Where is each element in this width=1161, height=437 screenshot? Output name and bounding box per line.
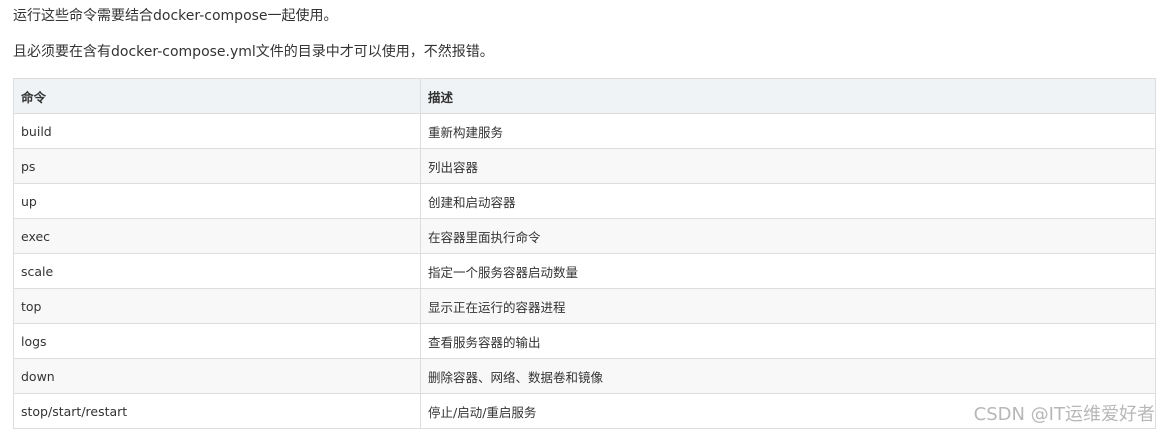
header-command: 命令 [13, 78, 421, 114]
table-row: down 删除容器、网络、数据卷和镜像 [13, 358, 1156, 394]
table-header-row: 命令 描述 [13, 78, 1156, 114]
table-row: ps 列出容器 [13, 148, 1156, 184]
table-row: top 显示正在运行的容器进程 [13, 288, 1156, 324]
command-cell: ps [13, 148, 421, 184]
table-row: build 重新构建服务 [13, 113, 1156, 149]
command-cell: exec [13, 218, 421, 254]
intro-paragraph-2: 且必须要在含有docker-compose.yml文件的目录中才可以使用，不然报… [13, 44, 494, 60]
command-cell: down [13, 358, 421, 394]
table-row: exec 在容器里面执行命令 [13, 218, 1156, 254]
table-row: logs 查看服务容器的输出 [13, 323, 1156, 359]
command-cell: up [13, 183, 421, 219]
description-cell: 显示正在运行的容器进程 [420, 288, 1156, 324]
table-row: scale 指定一个服务容器启动数量 [13, 253, 1156, 289]
command-cell: logs [13, 323, 421, 359]
table-row: up 创建和启动容器 [13, 183, 1156, 219]
command-cell: build [13, 113, 421, 149]
intro-paragraph-1: 运行这些命令需要结合docker-compose一起使用。 [13, 8, 338, 24]
header-description: 描述 [420, 78, 1156, 114]
command-cell: top [13, 288, 421, 324]
command-cell: stop/start/restart [13, 393, 421, 429]
description-cell: 在容器里面执行命令 [420, 218, 1156, 254]
description-cell: 指定一个服务容器启动数量 [420, 253, 1156, 289]
command-table: 命令 描述 build 重新构建服务 ps 列出容器 up 创建和启动容器 ex… [13, 78, 1156, 429]
description-cell: 重新构建服务 [420, 113, 1156, 149]
description-cell: 删除容器、网络、数据卷和镜像 [420, 358, 1156, 394]
description-cell: 查看服务容器的输出 [420, 323, 1156, 359]
description-cell: 创建和启动容器 [420, 183, 1156, 219]
description-cell: 列出容器 [420, 148, 1156, 184]
csdn-watermark: CSDN @IT运维爱好者 [973, 404, 1155, 425]
command-cell: scale [13, 253, 421, 289]
